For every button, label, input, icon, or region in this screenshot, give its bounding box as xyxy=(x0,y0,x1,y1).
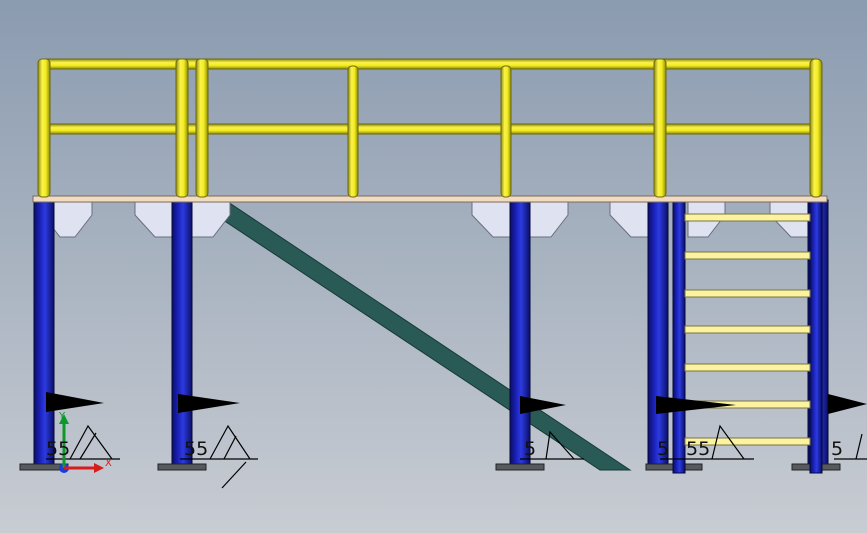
ladder-rung xyxy=(684,251,811,260)
ladder-rung xyxy=(684,213,811,222)
guardrail xyxy=(37,58,823,198)
ladder-rung xyxy=(684,363,811,372)
cad-graphics-area[interactable]: 55 55 5 5 55 5 Y X xyxy=(0,0,867,533)
gusset-plate xyxy=(52,201,93,238)
weld-size-label: 55 xyxy=(46,438,71,460)
gusset-plate xyxy=(529,201,569,238)
ladder xyxy=(672,197,823,474)
column xyxy=(171,199,193,466)
weld-size-label: 55 xyxy=(686,438,711,460)
guardrail-post xyxy=(37,58,51,198)
base-plates xyxy=(19,463,841,471)
ladder-rung xyxy=(684,289,811,298)
x-axis-label: X xyxy=(105,458,112,469)
ladder-stringer xyxy=(809,197,823,474)
column xyxy=(33,199,55,466)
weld-size-label: 5 xyxy=(831,438,844,460)
weld-size-label: 55 xyxy=(184,438,209,460)
guardrail-mid-rail xyxy=(39,123,821,135)
guardrail-top-rail xyxy=(39,58,821,70)
column xyxy=(509,199,531,466)
weld-size-label: 5 xyxy=(524,438,537,460)
base-plate xyxy=(495,463,545,471)
base-plate xyxy=(157,463,207,471)
guardrail-post xyxy=(809,58,823,198)
gusset-plate xyxy=(471,201,511,238)
guardrail-post xyxy=(653,58,667,198)
platform-model xyxy=(19,58,867,489)
y-axis-label: Y xyxy=(59,411,66,422)
column xyxy=(647,199,669,466)
ladder-stringer xyxy=(672,197,686,474)
guardrail-post xyxy=(500,65,512,198)
gusset-plate xyxy=(134,201,173,238)
gusset-plate xyxy=(609,201,649,238)
weld-size-label: 5 xyxy=(657,438,670,460)
gusset-plate xyxy=(191,201,231,238)
ladder-rung xyxy=(684,325,811,334)
platform-deck xyxy=(32,195,828,203)
guardrail-post xyxy=(195,58,209,198)
diagonal-brace xyxy=(191,199,632,471)
guardrail-post xyxy=(347,65,359,198)
guardrail-post xyxy=(175,58,189,198)
